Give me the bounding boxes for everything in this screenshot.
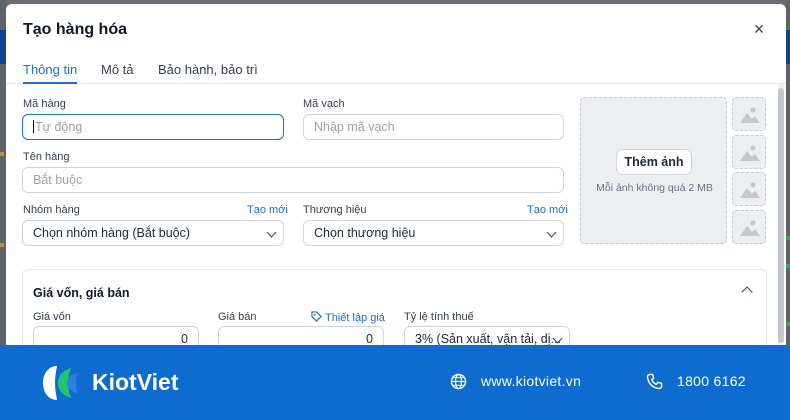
image-thumbnail-slot[interactable] <box>732 172 766 206</box>
chevron-down-icon <box>266 227 277 238</box>
barcode-label: Mã vạch <box>303 98 345 110</box>
price-setup-link[interactable]: Thiết lập giá <box>311 311 385 324</box>
hotline-phone[interactable]: 1800 6162 <box>677 373 746 389</box>
website-link[interactable]: www.kiotviet.vn <box>481 373 581 389</box>
group-create-link[interactable]: Tạo mới <box>247 204 288 216</box>
group-select[interactable]: Chọn nhóm hàng (Bắt buộc) <box>22 220 284 246</box>
create-product-modal: Tạo hàng hóa × Thông tin Mô tả Bảo hành,… <box>6 4 786 364</box>
image-size-hint: Mỗi ảnh không quá 2 MB <box>596 182 713 194</box>
brand-create-link[interactable]: Tạo mới <box>527 204 568 216</box>
name-placeholder: Bắt buộc <box>33 173 83 187</box>
image-upload-area[interactable]: Thêm ảnh Mỗi ảnh không quá 2 MB <box>580 97 727 244</box>
phone-icon <box>646 373 663 390</box>
image-thumbnail-slot[interactable] <box>732 97 766 131</box>
image-placeholder-icon <box>740 220 760 236</box>
brand-label: Thương hiệu <box>303 204 367 216</box>
sku-placeholder: Tự động <box>35 120 83 134</box>
sale-price-label: Giá bán <box>218 311 257 323</box>
chevron-down-icon <box>546 227 557 238</box>
globe-icon <box>450 373 467 390</box>
image-thumbnail-slot[interactable] <box>732 135 766 169</box>
group-select-value: Chọn nhóm hàng (Bắt buộc) <box>33 226 191 240</box>
kiotviet-logo-icon <box>43 366 78 400</box>
price-tag-icon <box>311 311 322 322</box>
image-placeholder-icon <box>740 182 760 198</box>
brand-select-value: Chọn thương hiệu <box>314 226 416 240</box>
chevron-up-icon[interactable] <box>741 286 753 298</box>
group-label: Nhóm hàng <box>23 204 80 216</box>
tax-rate-label: Tỷ lệ tính thuế <box>404 311 474 323</box>
image-placeholder-icon <box>740 107 760 123</box>
image-thumbnail-slot[interactable] <box>732 210 766 244</box>
tax-rate-value: 3% (Sản xuất, vận tải, dị... <box>415 332 561 346</box>
barcode-placeholder: Nhập mã vạch <box>314 120 395 134</box>
brand-name: KiotViet <box>92 369 179 395</box>
sku-input[interactable]: Tự động <box>22 114 284 140</box>
modal-title: Tạo hàng hóa <box>23 21 127 38</box>
tab-bar: Thông tin Mô tả Bảo hành, bảo trì <box>6 54 786 84</box>
close-icon[interactable]: × <box>750 20 768 38</box>
brand-select[interactable]: Chọn thương hiệu <box>303 220 564 246</box>
background-page-right <box>786 0 790 345</box>
pricing-section-title: Giá vốn, giá bán <box>33 286 130 300</box>
scrollbar-thumb[interactable] <box>778 88 784 343</box>
name-input[interactable]: Bắt buộc <box>22 167 564 193</box>
image-placeholder-icon <box>740 145 760 161</box>
cost-price-label: Giá vốn <box>33 311 71 323</box>
barcode-input[interactable]: Nhập mã vạch <box>303 114 564 140</box>
tab-warranty[interactable]: Bảo hành, bảo trì <box>158 62 258 84</box>
add-image-button[interactable]: Thêm ảnh <box>616 149 692 175</box>
sku-label: Mã hàng <box>23 98 66 110</box>
price-setup-link-label: Thiết lập giá <box>325 312 385 324</box>
tab-description[interactable]: Mô tả <box>101 62 134 84</box>
kiotviet-banner: KiotViet www.kiotviet.vn 1800 6162 <box>0 345 790 420</box>
modal-scrollbar[interactable] <box>778 84 784 364</box>
tab-info[interactable]: Thông tin <box>23 62 78 84</box>
name-label: Tên hàng <box>23 151 70 163</box>
